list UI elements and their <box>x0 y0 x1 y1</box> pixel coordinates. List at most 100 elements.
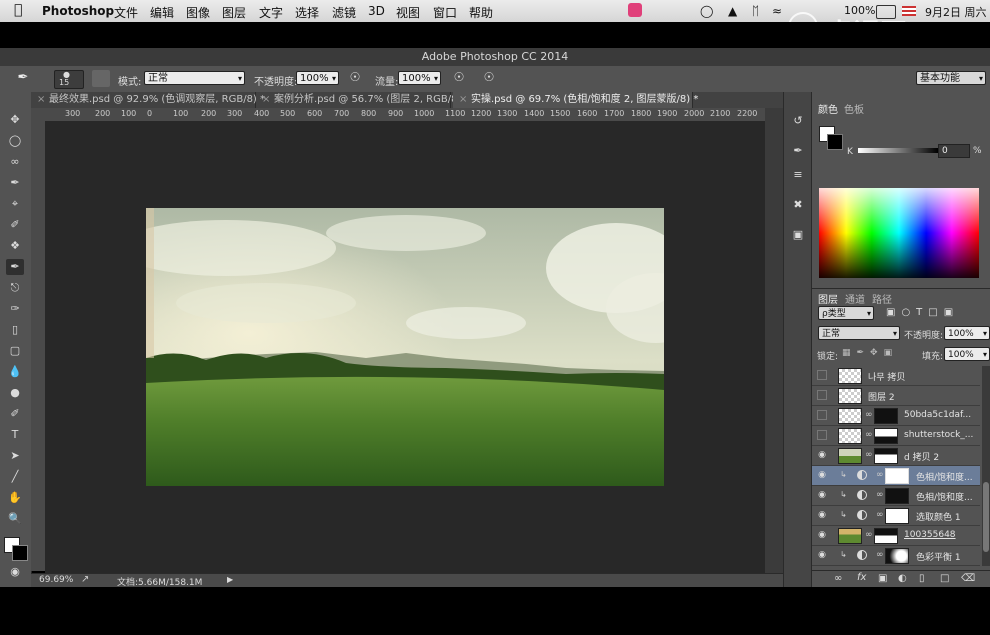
recorder-icon[interactable] <box>628 3 642 17</box>
layer-name[interactable]: 选取颜色 1 <box>916 510 980 523</box>
layer-mask-thumbnail[interactable] <box>885 468 909 484</box>
gradient-tool-icon[interactable]: ▢ <box>6 343 24 359</box>
menu-view[interactable]: 视图 <box>396 4 420 21</box>
flow-field[interactable]: 100% ▾ <box>398 71 441 85</box>
layer-mask-thumbnail[interactable] <box>874 528 898 544</box>
layer-name[interactable]: 100355648 <box>904 530 978 540</box>
creative-cloud-icon[interactable]: ◯ <box>700 4 713 18</box>
document-image[interactable] <box>146 208 664 486</box>
layers-scroll-thumb[interactable] <box>983 482 989 552</box>
layer-row[interactable]: ◉ ↳ ∞ 色相/饱和度... <box>812 486 980 506</box>
menu-help[interactable]: 帮助 <box>469 4 493 21</box>
layer-mask-thumbnail[interactable] <box>874 448 898 464</box>
lasso-tool-icon[interactable]: ∞ <box>6 154 24 170</box>
horizontal-ruler[interactable]: 300 200 100 0 100 200 300 400 500 600 70… <box>45 108 765 122</box>
visibility-toggle-off[interactable] <box>817 390 827 400</box>
tab-paths[interactable]: 路径 <box>872 291 892 306</box>
opacity-field[interactable]: 100% ▾ <box>296 71 339 85</box>
visibility-toggle-off[interactable] <box>817 410 827 420</box>
fill-field[interactable]: 100% ▾ <box>944 347 990 361</box>
trash-icon[interactable]: ⌫ <box>961 573 975 584</box>
add-mask-icon[interactable]: ▣ <box>878 573 887 584</box>
layer-opacity-field[interactable]: 100% ▾ <box>944 326 990 340</box>
link-icon[interactable]: ∞ <box>876 470 884 480</box>
layer-mask-thumbnail[interactable] <box>885 508 909 524</box>
path-select-tool-icon[interactable]: ➤ <box>6 448 24 464</box>
layer-row[interactable]: 图层 2 <box>812 386 980 406</box>
visibility-toggle-off[interactable] <box>817 370 827 380</box>
layer-row-selected[interactable]: ◉ ↳ ∞ 色相/饱和度... <box>812 466 980 486</box>
hand-tool-icon[interactable]: ✋ <box>6 490 24 506</box>
workspace-select[interactable]: 基本功能 ▾ <box>916 71 986 85</box>
vertical-scrollbar[interactable] <box>765 108 783 573</box>
eyedropper-tool-icon[interactable]: ✐ <box>6 217 24 233</box>
layer-row[interactable]: 나무 拷贝 <box>812 366 980 386</box>
layer-name[interactable]: d 拷贝 2 <box>904 450 978 463</box>
pressure-size-icon[interactable]: ☉ <box>480 70 498 87</box>
layer-filter-icons[interactable]: ▣○T□▣ <box>886 307 959 318</box>
quick-select-tool-icon[interactable]: ✒ <box>6 175 24 191</box>
zoom-level[interactable]: 69.69% <box>39 575 73 585</box>
layer-blend-select[interactable]: 正常 ▾ <box>818 326 900 340</box>
k-slider[interactable] <box>858 148 938 153</box>
link-icon[interactable]: ∞ <box>876 490 884 500</box>
eye-icon[interactable]: ◉ <box>817 470 827 480</box>
fx-icon[interactable]: fx <box>857 572 866 583</box>
link-layers-icon[interactable]: ∞ <box>834 573 842 584</box>
brush-tool-preset-icon[interactable]: ✒ <box>14 70 32 87</box>
new-adjustment-icon[interactable]: ◐ <box>898 573 907 584</box>
pen-tool-icon[interactable]: ✐ <box>6 406 24 422</box>
brush-tool-icon[interactable]: ✒ <box>6 259 24 275</box>
layer-row[interactable]: ∞ shutterstock_... <box>812 426 980 446</box>
close-icon[interactable]: × <box>262 92 270 108</box>
layer-mask-thumbnail[interactable] <box>885 548 909 564</box>
brush-size-picker[interactable]: ● 15 <box>54 70 84 89</box>
menu-3d[interactable]: 3D <box>368 4 385 18</box>
move-tool-icon[interactable]: ✥ <box>6 112 24 128</box>
link-icon[interactable]: ∞ <box>876 550 884 560</box>
layer-name[interactable]: shutterstock_... <box>904 430 978 440</box>
menu-window[interactable]: 窗口 <box>433 4 457 21</box>
marquee-tool-icon[interactable]: ◯ <box>6 133 24 149</box>
color-bg-swatch[interactable] <box>827 134 843 150</box>
close-icon[interactable]: × <box>459 92 467 108</box>
layer-row[interactable]: ∞ 50bda5c1daf... <box>812 406 980 426</box>
menu-select[interactable]: 选择 <box>295 4 319 21</box>
history-brush-tool-icon[interactable]: ✑ <box>6 301 24 317</box>
tab-case-analysis[interactable]: × 案例分析.psd @ 56.7% (图层 2, RGB/8) * <box>256 92 470 108</box>
link-icon[interactable]: ∞ <box>876 510 884 520</box>
tab-color[interactable]: 颜色 <box>818 101 838 116</box>
3d-icon[interactable]: ▣ <box>790 228 806 242</box>
tab-swatches[interactable]: 色板 <box>844 101 864 116</box>
menu-layer[interactable]: 图层 <box>222 4 246 21</box>
status-icon[interactable]: ▲ <box>728 4 737 18</box>
dodge-tool-icon[interactable]: ● <box>6 385 24 401</box>
zoom-tool-icon[interactable]: 🔍 <box>6 511 24 527</box>
brush-panel-toggle-icon[interactable] <box>92 70 110 87</box>
k-value-field[interactable]: 0 <box>938 144 970 158</box>
link-icon[interactable]: ∞ <box>865 450 873 460</box>
layer-row[interactable]: ◉ ↳ ∞ 选取颜色 1 <box>812 506 980 526</box>
eye-icon[interactable]: ◉ <box>817 510 827 520</box>
export-icon[interactable]: ↗ <box>81 574 89 585</box>
menu-edit[interactable]: 编辑 <box>150 4 174 21</box>
layer-name[interactable]: 色彩平衡 1 <box>916 550 980 563</box>
ruler-origin[interactable] <box>31 108 45 121</box>
tab-channels[interactable]: 通道 <box>845 291 865 306</box>
tab-layers[interactable]: 图层 <box>818 291 838 306</box>
eye-icon[interactable]: ◉ <box>817 450 827 460</box>
mode-select[interactable]: 正常 ▾ <box>144 71 245 85</box>
pressure-opacity-icon[interactable]: ☉ <box>346 70 364 87</box>
layer-mask-thumbnail[interactable] <box>885 488 909 504</box>
crop-tool-icon[interactable]: ⌖ <box>6 196 24 212</box>
wifi-icon[interactable]: ≈ <box>772 4 782 18</box>
type-tool-icon[interactable]: T <box>6 427 24 443</box>
eye-icon[interactable]: ◉ <box>817 550 827 560</box>
layer-name[interactable]: 图层 2 <box>868 390 895 403</box>
vertical-ruler[interactable] <box>31 121 46 571</box>
layer-mask-thumbnail[interactable] <box>874 428 898 444</box>
close-icon[interactable]: × <box>37 92 45 108</box>
layer-row[interactable]: ◉ ∞ d 拷贝 2 <box>812 446 980 466</box>
menu-file[interactable]: 文件 <box>114 4 138 21</box>
visibility-toggle-off[interactable] <box>817 430 827 440</box>
